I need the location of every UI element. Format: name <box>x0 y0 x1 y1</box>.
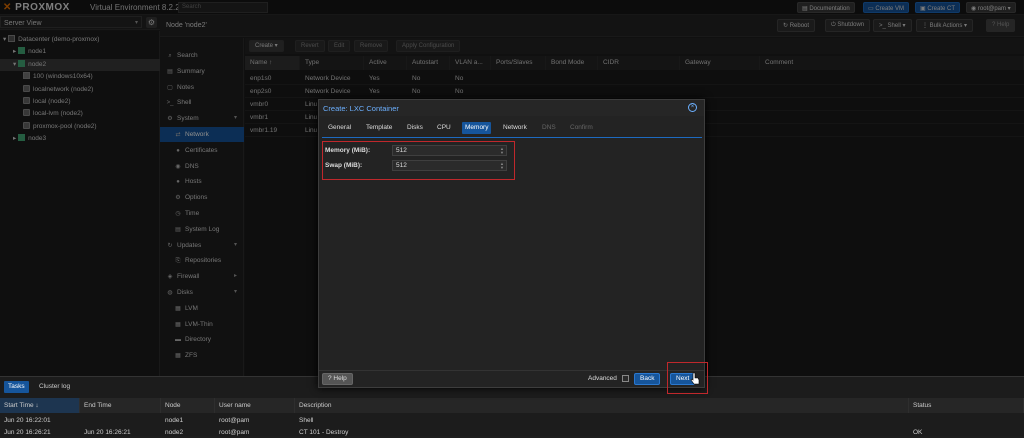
task-cell: node2 <box>165 429 184 436</box>
advanced-checkbox[interactable] <box>622 375 629 382</box>
spinner-icon[interactable]: ▲ ▼ <box>500 162 504 170</box>
next-highlight-box <box>667 362 708 394</box>
tab-general[interactable]: General <box>325 122 354 134</box>
tab-memory[interactable]: Memory <box>462 122 492 134</box>
dialog-header: Create: LXC Container × <box>319 100 704 116</box>
advanced-label: Advanced <box>588 375 617 382</box>
hand-cursor-icon <box>690 372 700 385</box>
spinner-icon[interactable]: ▲ ▼ <box>500 147 504 155</box>
tab-network[interactable]: Network <box>500 122 530 134</box>
column-header[interactable]: Node <box>161 398 215 413</box>
tab-dns: DNS <box>542 124 556 131</box>
tab-cpu[interactable]: CPU <box>434 122 454 134</box>
dialog-title: Create: LXC Container <box>323 104 399 113</box>
task-cell: root@pam <box>219 429 250 436</box>
tab-separator <box>322 137 702 138</box>
create-lxc-dialog: Create: LXC Container × General Template D… <box>318 99 705 388</box>
tab-template[interactable]: Template <box>363 122 395 134</box>
dialog-footer: ? Help Advanced Back Next <box>319 370 704 387</box>
swap-label: Swap (MiB): <box>325 162 363 169</box>
task-cell: Jun 20 16:22:01 <box>4 417 51 424</box>
task-cell: Jun 20 16:26:21 <box>4 429 51 436</box>
task-cell: OK <box>913 429 923 436</box>
close-icon[interactable]: × <box>688 103 697 112</box>
task-cell: CT 101 - Destroy <box>299 429 349 436</box>
dialog-help-button[interactable]: ? Help <box>322 373 353 385</box>
task-cell: node1 <box>165 417 184 424</box>
memory-label: Memory (MiB): <box>325 147 371 154</box>
column-header[interactable]: End Time <box>80 398 161 413</box>
memory-input[interactable]: 512 ▲ ▼ <box>392 145 507 156</box>
tab-confirm: Confirm <box>570 124 593 131</box>
swap-input[interactable]: 512 ▲ ▼ <box>392 160 507 171</box>
column-header[interactable]: Status <box>909 398 1024 413</box>
tab-cluster-log[interactable]: Cluster log <box>35 381 74 393</box>
task-cell: Jun 20 16:26:21 <box>84 429 131 436</box>
column-header[interactable]: Description <box>295 398 909 413</box>
task-cell <box>80 415 161 426</box>
column-header[interactable]: Start Time ↓ <box>0 398 80 413</box>
tab-disks[interactable]: Disks <box>404 122 426 134</box>
column-header[interactable]: User name <box>215 398 295 413</box>
task-cell: Shell <box>299 417 314 424</box>
task-cell <box>909 415 1024 426</box>
tab-tasks[interactable]: Tasks <box>4 381 29 393</box>
back-button[interactable]: Back <box>634 373 661 385</box>
task-cell: root@pam <box>219 417 250 424</box>
